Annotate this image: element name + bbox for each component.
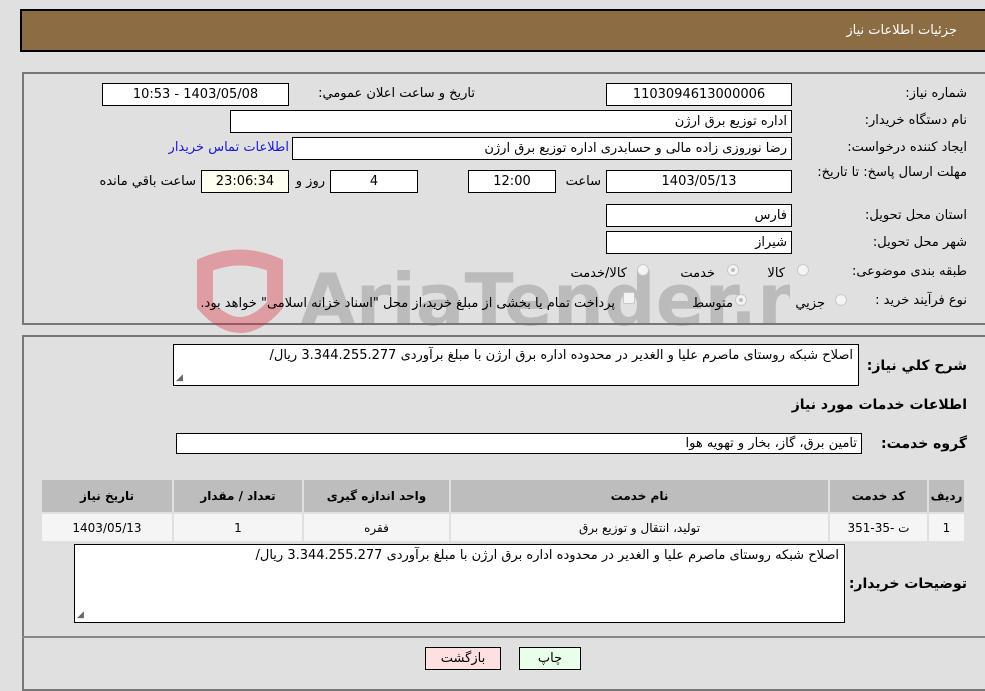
header-row-number: ردیف (927, 478, 966, 514)
category-radio-goods-service[interactable] (637, 264, 649, 276)
general-desc-text: اصلاح شبکه روستای ماصرم علیا و الغدیر در… (269, 348, 854, 363)
purchase-type-option-medium: متوسط (692, 296, 733, 311)
remaining-time-label: ساعت باقي مانده (99, 174, 196, 189)
province-field: فارس (606, 204, 792, 227)
days-label: روز و (295, 174, 325, 189)
table-row: 1 ت -35-351 تولید، انتقال و توزیع برق فق… (40, 512, 966, 543)
deadline-time-field: 12:00 (468, 170, 556, 193)
city-field: شیراز (606, 231, 792, 254)
buyer-org-field: اداره توزیع برق ارژن (230, 110, 792, 133)
category-radio-service[interactable] (727, 264, 739, 276)
buyer-notes-text: اصلاح شبکه روستای ماصرم علیا و الغدیر در… (255, 548, 840, 563)
purchase-type-label: نوع فرآیند خرید : (875, 293, 967, 308)
header-service-name: نام خدمت (449, 478, 830, 514)
purchase-type-radio-medium[interactable] (735, 294, 747, 306)
city-label: شهر محل تحویل: (872, 235, 967, 250)
cell-quantity: 1 (172, 512, 304, 543)
table-header-row: ردیف کد خدمت نام خدمت واحد اندازه گیری ت… (40, 478, 966, 514)
header-need-date: تاریخ نیاز (40, 478, 174, 514)
divider (22, 636, 985, 638)
buyer-org-label: نام دستگاه خریدار: (864, 113, 967, 128)
cell-unit: فقره (302, 512, 451, 543)
deadline-date-field: 1403/05/13 (606, 170, 792, 193)
need-number-field: 1103094613000006 (606, 83, 792, 106)
deadline-label: مهلت ارسال پاسخ: تا تاریخ: (817, 165, 967, 180)
page-title: جزئیات اطلاعات نیاز (846, 23, 957, 38)
resize-grip-icon[interactable]: ◢ (176, 373, 186, 383)
page-header: جزئیات اطلاعات نیاز (20, 9, 985, 52)
buyer-notes-textarea[interactable]: اصلاح شبکه روستای ماصرم علیا و الغدیر در… (74, 544, 845, 623)
service-group-field: تامین برق، گاز، بخار و تهویه هوا (176, 433, 862, 454)
service-group-label: گروه خدمت: (881, 436, 967, 452)
category-radio-goods[interactable] (797, 264, 809, 276)
general-desc-label: شرح کلي نياز: (866, 358, 967, 374)
services-table: ردیف کد خدمت نام خدمت واحد اندازه گیری ت… (40, 478, 966, 543)
header-quantity: تعداد / مقدار (172, 478, 304, 514)
resize-grip-icon[interactable]: ◢ (77, 610, 87, 620)
category-option-goods-service: کالا/خدمت (570, 266, 627, 281)
category-label: طبقه بندی موضوعی: (851, 264, 967, 279)
buyer-contact-link[interactable]: اطلاعات تماس خریدار (169, 140, 289, 155)
print-button[interactable]: چاپ (519, 647, 581, 670)
purchase-type-radio-minor[interactable] (835, 294, 847, 306)
requester-label: ایجاد کننده درخواست: (847, 140, 967, 155)
requester-field: رضا نوروزی زاده مالی و حسابدری اداره توز… (292, 137, 792, 160)
deadline-time-label: ساعت (565, 174, 601, 189)
treasury-note: پرداخت تمام یا بخشی از مبلغ خرید،از محل … (200, 296, 615, 311)
purchase-type-option-minor: جزيي (795, 296, 825, 311)
category-option-goods: کالا (767, 266, 785, 281)
back-button[interactable]: بازگشت (425, 647, 501, 670)
services-heading: اطلاعات خدمات مورد نیاز (791, 397, 967, 413)
cell-service-name: تولید، انتقال و توزیع برق (449, 512, 830, 543)
remaining-time-field: 23:06:34 (201, 170, 289, 193)
category-option-service: خدمت (680, 266, 715, 281)
general-desc-textarea[interactable]: اصلاح شبکه روستای ماصرم علیا و الغدیر در… (173, 344, 859, 386)
remaining-days-field: 4 (330, 170, 418, 193)
header-unit: واحد اندازه گیری (302, 478, 451, 514)
province-label: استان محل تحویل: (865, 208, 967, 223)
cell-need-date: 1403/05/13 (40, 512, 174, 543)
cell-row-number: 1 (927, 512, 966, 543)
header-service-code: کد خدمت (828, 478, 929, 514)
treasury-checkbox[interactable] (623, 292, 635, 304)
buyer-notes-label: توضیحات خریدار: (848, 576, 967, 592)
announce-datetime-label: تاریخ و ساعت اعلان عمومي: (318, 86, 475, 101)
cell-service-code: ت -35-351 (828, 512, 929, 543)
need-number-label: شماره نیاز: (905, 86, 967, 101)
announce-datetime-field: 1403/05/08 - 10:53 (102, 83, 289, 106)
